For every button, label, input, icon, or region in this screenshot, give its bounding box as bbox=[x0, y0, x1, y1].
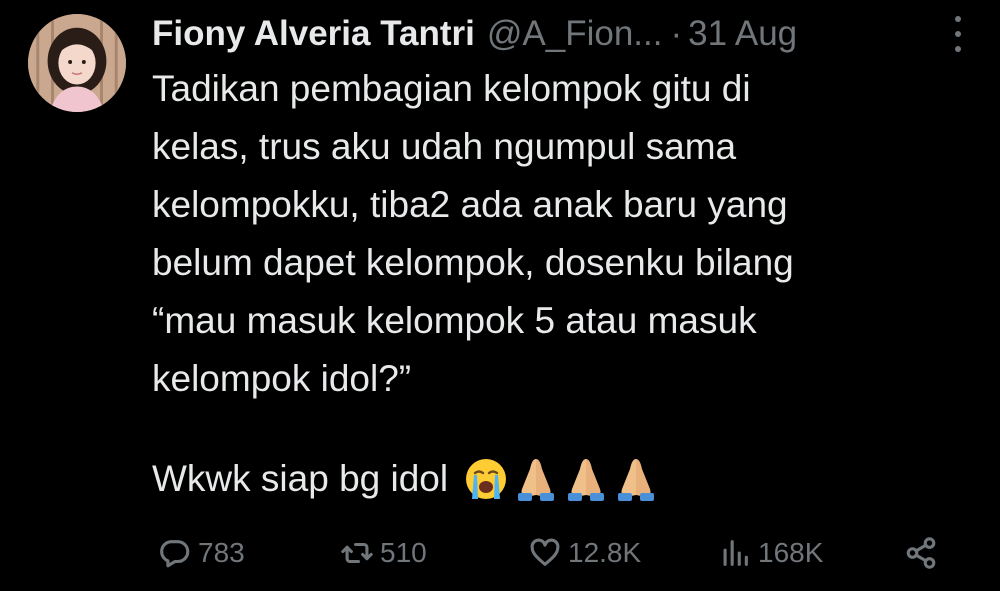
tweet-last-line-text: Wkwk siap bg idol bbox=[152, 458, 449, 499]
share-button[interactable] bbox=[904, 528, 944, 578]
avatar-photo bbox=[28, 14, 126, 112]
retweet-button[interactable]: 510 bbox=[340, 528, 427, 578]
tweet-last-line: Wkwk siap bg idol bbox=[152, 450, 662, 508]
share-icon bbox=[906, 537, 936, 569]
tweet-text: Tadikan pembagian kelompok gitu di kelas… bbox=[152, 68, 794, 399]
folded-hands-icon bbox=[568, 459, 605, 501]
emoji-group bbox=[462, 455, 662, 503]
heart-icon bbox=[530, 538, 560, 566]
like-button[interactable]: 12.8K bbox=[528, 528, 641, 578]
more-options-icon[interactable] bbox=[950, 16, 966, 52]
author-name[interactable]: Fiony Alveria Tantri bbox=[152, 14, 475, 54]
views-button[interactable]: 168K bbox=[718, 528, 823, 578]
tweet-date[interactable]: 31 Aug bbox=[688, 14, 797, 54]
views-bar-chart-icon bbox=[723, 540, 748, 566]
views-count: 168K bbox=[758, 537, 824, 568]
reply-button[interactable]: 783 bbox=[158, 528, 245, 578]
folded-hands-icon bbox=[618, 459, 655, 501]
tweet-actions-bar: 783 510 12.8K 168K bbox=[152, 528, 952, 578]
author-handle[interactable]: @A_Fion... bbox=[487, 14, 663, 54]
retweet-icon bbox=[341, 542, 373, 564]
tweet-header: Fiony Alveria Tantri @A_Fion... · 31 Aug bbox=[152, 8, 797, 60]
reply-icon bbox=[160, 540, 190, 568]
retweet-count: 510 bbox=[380, 537, 427, 568]
like-count: 12.8K bbox=[568, 537, 642, 568]
loudly-crying-face-icon bbox=[466, 459, 507, 499]
reply-count: 783 bbox=[198, 537, 245, 568]
separator-dot: · bbox=[670, 14, 683, 53]
avatar[interactable] bbox=[28, 14, 126, 112]
folded-hands-icon bbox=[518, 459, 555, 501]
